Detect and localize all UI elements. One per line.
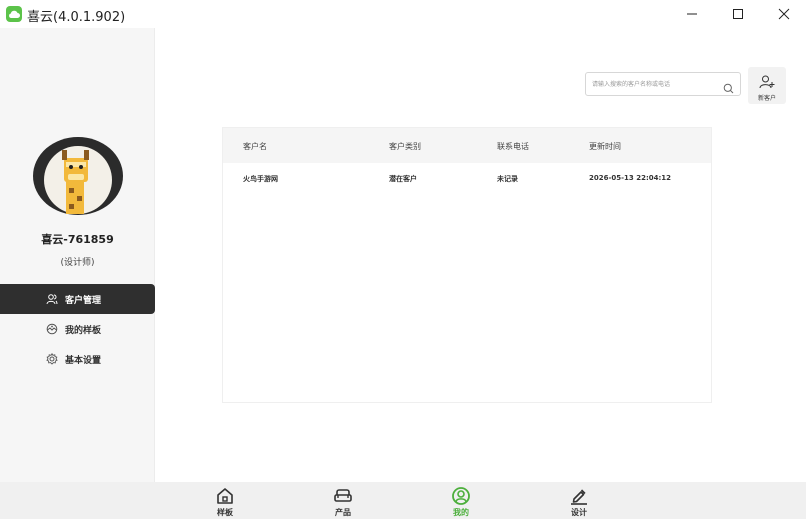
sidebar-item-client-management[interactable]: 客户管理 — [0, 284, 155, 314]
sidebar-item-basic-settings[interactable]: 基本设置 — [0, 344, 155, 374]
column-header-client-name[interactable]: 客户名 — [243, 141, 267, 152]
tab-design[interactable]: 设计 — [559, 487, 599, 519]
users-icon — [46, 293, 58, 305]
gear-icon — [46, 353, 58, 365]
sidebar: 喜云-761859 (设计师) 客户管理 我的样板 基本设置 — [0, 28, 155, 482]
tab-products[interactable]: 产品 — [323, 487, 363, 519]
column-header-updated-time[interactable]: 更新时间 — [589, 141, 621, 152]
tab-label: 样板 — [217, 508, 233, 517]
user-role: (设计师) — [60, 258, 95, 268]
search-icon[interactable] — [723, 79, 734, 98]
cell-updated-time: 2026-05-13 22:04:12 — [589, 174, 672, 182]
sofa-icon — [334, 487, 352, 505]
home-icon — [216, 487, 234, 505]
new-client-label: 新客户 — [757, 95, 776, 102]
search-box — [585, 72, 741, 96]
column-header-client-category[interactable]: 客户类别 — [389, 141, 421, 152]
template-icon — [46, 323, 58, 335]
minimize-button[interactable] — [682, 4, 702, 24]
add-user-icon — [759, 74, 775, 94]
avatar[interactable] — [32, 136, 124, 216]
search-input[interactable] — [592, 76, 717, 92]
new-client-button[interactable]: 新客户 — [748, 67, 786, 104]
client-table: 客户名 客户类别 联系电话 更新时间 火鸟手游网 潜在客户 未记录 2026-0… — [222, 127, 712, 403]
close-button[interactable] — [774, 4, 794, 24]
tab-label: 我的 — [453, 508, 469, 517]
maximize-button[interactable] — [728, 4, 748, 24]
tab-templates[interactable]: 样板 — [205, 487, 245, 519]
title-bar: 喜云(4.0.1.902) — [0, 0, 806, 28]
table-header: 客户名 客户类别 联系电话 更新时间 — [223, 128, 711, 163]
cell-phone: 未记录 — [497, 175, 518, 183]
cell-client-category: 潜在客户 — [389, 175, 417, 183]
tab-label: 设计 — [571, 508, 587, 517]
window-title: 喜云(4.0.1.902) — [27, 10, 126, 25]
tab-label: 产品 — [335, 508, 351, 517]
sidebar-item-label: 我的样板 — [65, 325, 102, 336]
pen-icon — [570, 487, 588, 505]
user-name: 喜云-761859 — [41, 233, 114, 246]
bottom-tab-bar: 样板 产品 我的 设计 — [0, 482, 806, 519]
user-circle-icon — [452, 487, 470, 505]
column-header-phone[interactable]: 联系电话 — [497, 141, 529, 152]
sidebar-item-label: 客户管理 — [65, 295, 102, 306]
sidebar-item-label: 基本设置 — [65, 355, 102, 366]
tab-mine[interactable]: 我的 — [441, 487, 481, 519]
sidebar-item-my-templates[interactable]: 我的样板 — [0, 314, 155, 344]
cell-client-name: 火鸟手游网 — [243, 175, 278, 183]
app-logo-icon — [6, 6, 22, 22]
